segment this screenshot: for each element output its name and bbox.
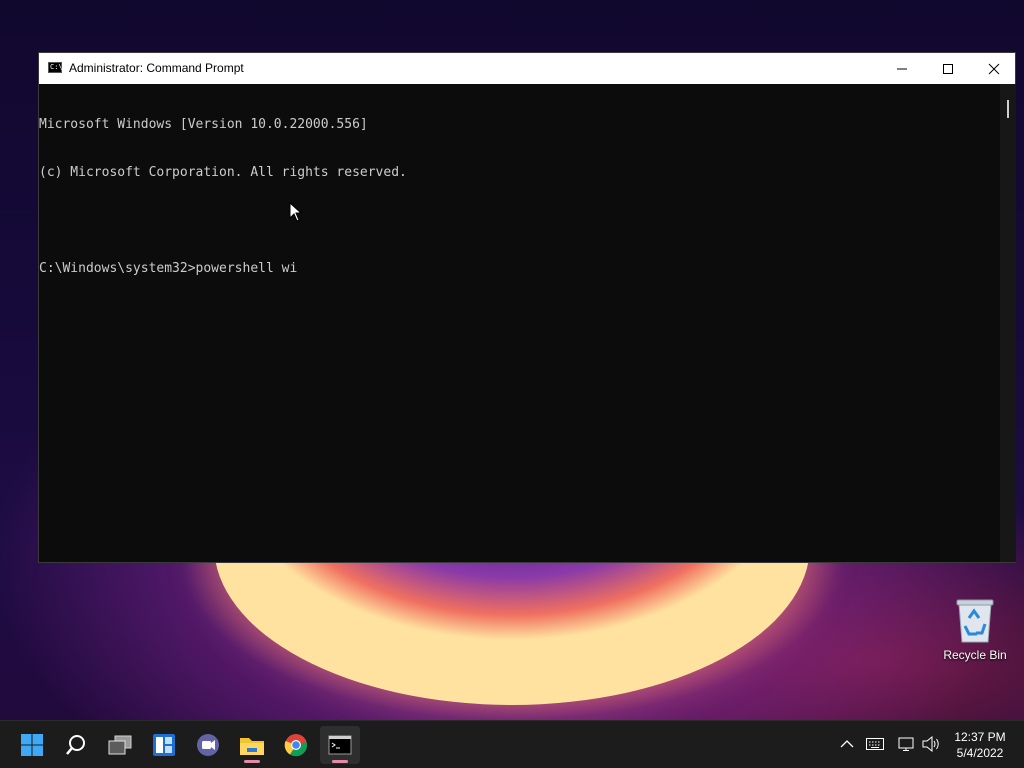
close-button[interactable] bbox=[971, 53, 1017, 84]
maximize-icon bbox=[943, 63, 953, 74]
command-prompt-taskbar-button[interactable] bbox=[320, 726, 360, 764]
widgets-button[interactable] bbox=[144, 726, 184, 764]
taskbar: 12:37 PM 5/4/2022 bbox=[0, 720, 1024, 768]
clock[interactable]: 12:37 PM 5/4/2022 bbox=[948, 729, 1012, 761]
volume-icon bbox=[922, 736, 939, 752]
scrollbar-thumb[interactable] bbox=[1007, 100, 1009, 118]
maximize-button[interactable] bbox=[925, 53, 971, 84]
chevron-up-icon bbox=[840, 740, 854, 748]
console-output[interactable]: Microsoft Windows [Version 10.0.22000.55… bbox=[39, 84, 999, 563]
task-view-button[interactable] bbox=[100, 726, 140, 764]
command-prompt-window[interactable]: C:\ Administrator: Command Prompt Micros… bbox=[38, 52, 1016, 563]
start-button[interactable] bbox=[12, 726, 52, 764]
running-indicator bbox=[332, 760, 348, 763]
cmd-app-icon[interactable]: C:\ bbox=[48, 62, 63, 73]
file-explorer-icon bbox=[240, 738, 264, 755]
search-icon bbox=[66, 735, 85, 755]
file-explorer-button[interactable] bbox=[232, 726, 272, 764]
console-line: (c) Microsoft Corporation. All rights re… bbox=[39, 165, 407, 180]
desktop-background: Recycle Bin C:\ Administrator: Command P… bbox=[0, 0, 1024, 768]
search-button[interactable] bbox=[56, 726, 96, 764]
chrome-icon bbox=[284, 734, 308, 757]
keyboard-icon bbox=[866, 738, 884, 750]
network-button[interactable] bbox=[897, 734, 917, 754]
recycle-bin-icon bbox=[953, 596, 997, 644]
network-icon bbox=[898, 737, 914, 751]
show-hidden-icons-button[interactable] bbox=[837, 734, 857, 754]
console-line: Microsoft Windows [Version 10.0.22000.55… bbox=[39, 117, 368, 132]
minimize-icon bbox=[897, 68, 907, 69]
chat-button[interactable] bbox=[188, 726, 228, 764]
keyboard-button[interactable] bbox=[865, 734, 885, 754]
running-indicator bbox=[244, 760, 260, 763]
task-view-icon bbox=[108, 735, 132, 755]
recycle-bin-label: Recycle Bin bbox=[943, 648, 1007, 662]
mouse-pointer-icon bbox=[289, 201, 303, 227]
chrome-button[interactable] bbox=[276, 726, 316, 764]
cmd-app-icon-text: C:\ bbox=[50, 63, 63, 71]
window-titlebar[interactable]: C:\ Administrator: Command Prompt bbox=[39, 53, 1015, 84]
volume-button[interactable] bbox=[921, 734, 941, 754]
recycle-bin-shortcut[interactable]: Recycle Bin bbox=[940, 596, 1010, 662]
minimize-button[interactable] bbox=[879, 53, 925, 84]
teams-chat-icon bbox=[197, 734, 219, 756]
console-prompt-line[interactable]: C:\Windows\system32>powershell wi bbox=[39, 261, 999, 277]
clock-date: 5/4/2022 bbox=[956, 746, 1004, 760]
clock-time: 12:37 PM bbox=[954, 730, 1006, 744]
close-icon bbox=[988, 63, 1000, 74]
widgets-icon bbox=[153, 734, 175, 756]
window-title: Administrator: Command Prompt bbox=[69, 61, 244, 75]
terminal-icon bbox=[328, 735, 352, 755]
console-scrollbar[interactable] bbox=[1000, 84, 1016, 562]
windows-start-icon bbox=[21, 734, 43, 756]
